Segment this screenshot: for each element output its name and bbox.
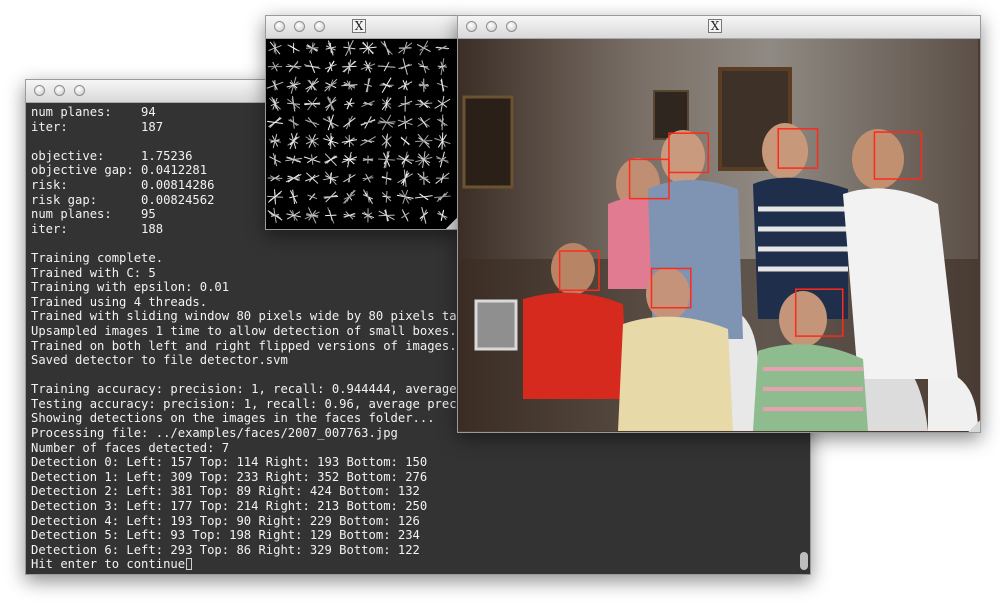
terminal-line: Detection 4: Left: 193 Top: 90 Right: 22… (31, 513, 420, 528)
zoom-button[interactable] (506, 21, 517, 32)
text-cursor (186, 558, 193, 571)
terminal-line: Detection 2: Left: 381 Top: 89 Right: 42… (31, 484, 420, 499)
minimize-button[interactable] (486, 21, 497, 32)
terminal-line: Hit enter to continue (31, 557, 603, 572)
photo-window-titlebar[interactable]: X (458, 16, 980, 39)
x11-icon: X (352, 19, 366, 33)
minimize-button[interactable] (54, 85, 65, 96)
close-button[interactable] (34, 85, 45, 96)
filter-window-titlebar[interactable]: X (266, 16, 458, 39)
resize-grip[interactable] (968, 420, 980, 432)
close-button[interactable] (274, 21, 285, 32)
terminal-line: Detection 0: Left: 157 Top: 114 Right: 1… (31, 455, 428, 470)
terminal-line: Detection 3: Left: 177 Top: 214 Right: 2… (31, 499, 428, 514)
group-photo (458, 39, 978, 431)
photo-image (458, 39, 980, 432)
hog-filter-window[interactable]: X (265, 15, 459, 230)
zoom-button[interactable] (314, 21, 325, 32)
photo-window[interactable]: X (457, 15, 981, 433)
hog-filter-image (266, 39, 458, 229)
zoom-button[interactable] (74, 85, 85, 96)
terminal-line: Detection 5: Left: 93 Top: 198 Right: 12… (31, 528, 420, 543)
scrollbar-thumb[interactable] (800, 552, 808, 570)
terminal-line: Number of faces detected: 7 (31, 440, 230, 455)
minimize-button[interactable] (294, 21, 305, 32)
hog-filter-visualization (266, 39, 451, 224)
close-button[interactable] (466, 21, 477, 32)
terminal-line: Detection 1: Left: 309 Top: 233 Right: 3… (31, 469, 428, 484)
terminal-line: Detection 6: Left: 293 Top: 86 Right: 32… (31, 542, 420, 557)
x11-icon: X (708, 19, 722, 33)
